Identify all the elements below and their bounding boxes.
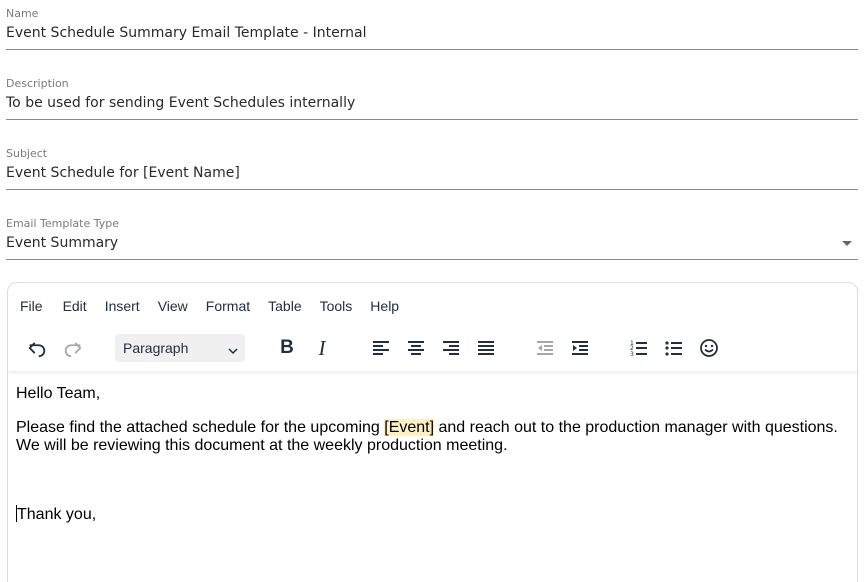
caret-down-icon[interactable] [842,241,852,246]
description-input[interactable]: To be used for sending Event Schedules i… [6,95,355,111]
svg-text:3: 3 [630,351,634,357]
event-placeholder: [Event] [384,419,435,436]
name-input[interactable]: Event Schedule Summary Email Template - … [6,25,367,41]
redo-icon[interactable] [59,334,87,362]
template-type-label: Email Template Type [6,217,119,230]
subject-input[interactable]: Event Schedule for [Event Name] [6,165,240,181]
outdent-icon[interactable] [531,334,559,362]
subject-field[interactable]: Subject Event Schedule for [Event Name] [6,140,858,190]
menu-table[interactable]: Table [268,298,301,318]
align-right-icon[interactable] [437,334,465,362]
block-format-label: Paragraph [123,340,189,356]
emoji-icon[interactable] [695,334,723,362]
align-center-icon[interactable] [402,334,430,362]
description-field[interactable]: Description To be used for sending Event… [6,70,858,120]
editor-menubar: File Edit Insert View Format Table Tools… [20,298,417,318]
menu-insert[interactable]: Insert [105,298,140,318]
signoff-paragraph: Thank you, [16,505,96,524]
body-paragraph: Please find the attached schedule for th… [16,419,856,455]
menu-edit[interactable]: Edit [63,298,87,318]
menu-tools[interactable]: Tools [320,298,353,318]
menu-file[interactable]: File [20,298,43,318]
menu-view[interactable]: View [158,298,188,318]
justify-icon[interactable] [472,334,500,362]
undo-icon[interactable] [23,334,51,362]
name-field[interactable]: Name Event Schedule Summary Email Templa… [6,0,858,50]
description-label: Description [6,77,69,90]
template-type-select[interactable]: Email Template Type Event Summary [6,210,858,260]
name-label: Name [6,7,39,20]
greeting-text: Hello Team, [16,385,101,402]
editor-toolbar: Paragraph B I 1 2 3 [8,331,857,365]
signoff-text: Thank you, [17,506,97,523]
editor-header: File Edit Insert View Format Table Tools… [8,283,857,371]
bold-icon[interactable]: B [273,334,301,362]
align-left-icon[interactable] [367,334,395,362]
indent-icon[interactable] [566,334,594,362]
numbered-list-icon[interactable]: 123 [625,334,653,362]
subject-label: Subject [6,147,48,160]
italic-icon[interactable]: I [308,334,336,362]
chevron-down-icon [227,342,239,361]
rich-text-editor: File Edit Insert View Format Table Tools… [7,282,858,582]
body-text-before: Please find the attached schedule for th… [16,419,385,436]
menu-help[interactable]: Help [370,298,399,318]
bullet-list-icon[interactable] [660,334,688,362]
template-type-value[interactable]: Event Summary [6,235,118,251]
block-format-select[interactable]: Paragraph [115,334,245,362]
menu-format[interactable]: Format [206,298,250,318]
